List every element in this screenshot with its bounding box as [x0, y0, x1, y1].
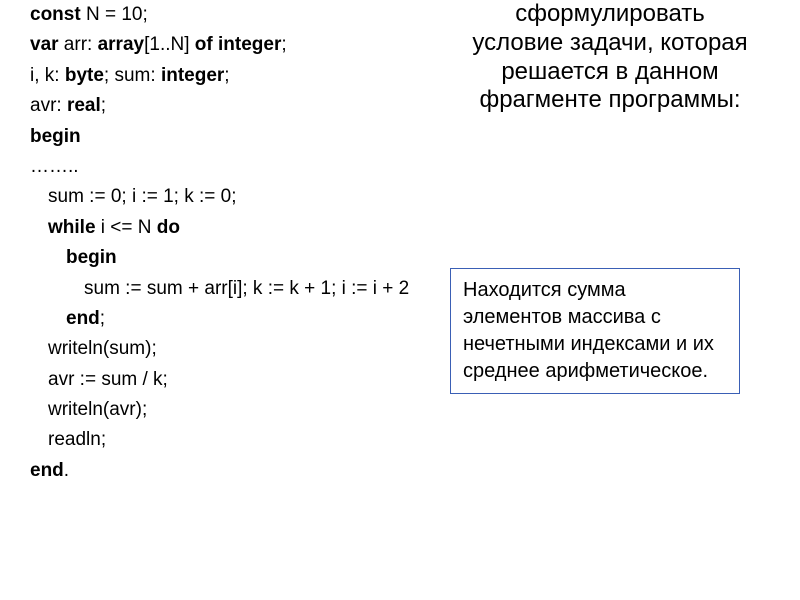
code-text: ;: [101, 95, 106, 116]
keyword-end: end: [66, 308, 100, 329]
code-text: N = 10;: [81, 4, 148, 25]
code-line: while i <= N do: [30, 213, 450, 243]
code-text: ;: [100, 308, 105, 329]
code-line: avr: real;: [30, 91, 450, 121]
keyword-byte: byte: [65, 65, 104, 86]
keyword-ofinteger: of integer: [195, 34, 282, 55]
code-block: const N = 10; var arr: array[1..N] of in…: [30, 0, 450, 486]
code-line: ……..: [30, 152, 450, 182]
keyword-const: const: [30, 4, 81, 25]
keyword-real: real: [67, 95, 101, 116]
code-text: arr:: [59, 34, 98, 55]
code-text: ;: [224, 65, 229, 86]
code-line: readln;: [30, 425, 450, 455]
code-text: ; sum:: [104, 65, 161, 86]
code-line: writeln(avr);: [30, 395, 450, 425]
code-text: avr:: [30, 95, 67, 116]
keyword-end: end: [30, 460, 64, 481]
keyword-do: do: [157, 217, 180, 238]
code-line: end;: [30, 304, 450, 334]
code-line: const N = 10;: [30, 0, 450, 30]
task-title: сформулировать условие задачи, которая р…: [470, 0, 750, 115]
code-line: avr := sum / k;: [30, 365, 450, 395]
keyword-begin: begin: [30, 122, 450, 152]
code-text: [1..N]: [144, 34, 195, 55]
keyword-array: array: [98, 34, 145, 55]
answer-box: Находится сумма элементов массива с нече…: [450, 268, 740, 394]
code-line: writeln(sum);: [30, 334, 450, 364]
code-text: i, k:: [30, 65, 65, 86]
code-line: sum := sum + arr[i]; k := k + 1; i := i …: [30, 274, 450, 304]
keyword-var: var: [30, 34, 59, 55]
code-line: sum := 0; i := 1; k := 0;: [30, 182, 450, 212]
keyword-begin: begin: [30, 243, 450, 273]
code-text: i <= N: [96, 217, 157, 238]
keyword-while: while: [48, 217, 96, 238]
code-line: i, k: byte; sum: integer;: [30, 61, 450, 91]
code-line: end.: [30, 456, 450, 486]
code-text: .: [64, 460, 69, 481]
keyword-integer: integer: [161, 65, 224, 86]
code-line: var arr: array[1..N] of integer;: [30, 30, 450, 60]
code-text: ;: [281, 34, 286, 55]
